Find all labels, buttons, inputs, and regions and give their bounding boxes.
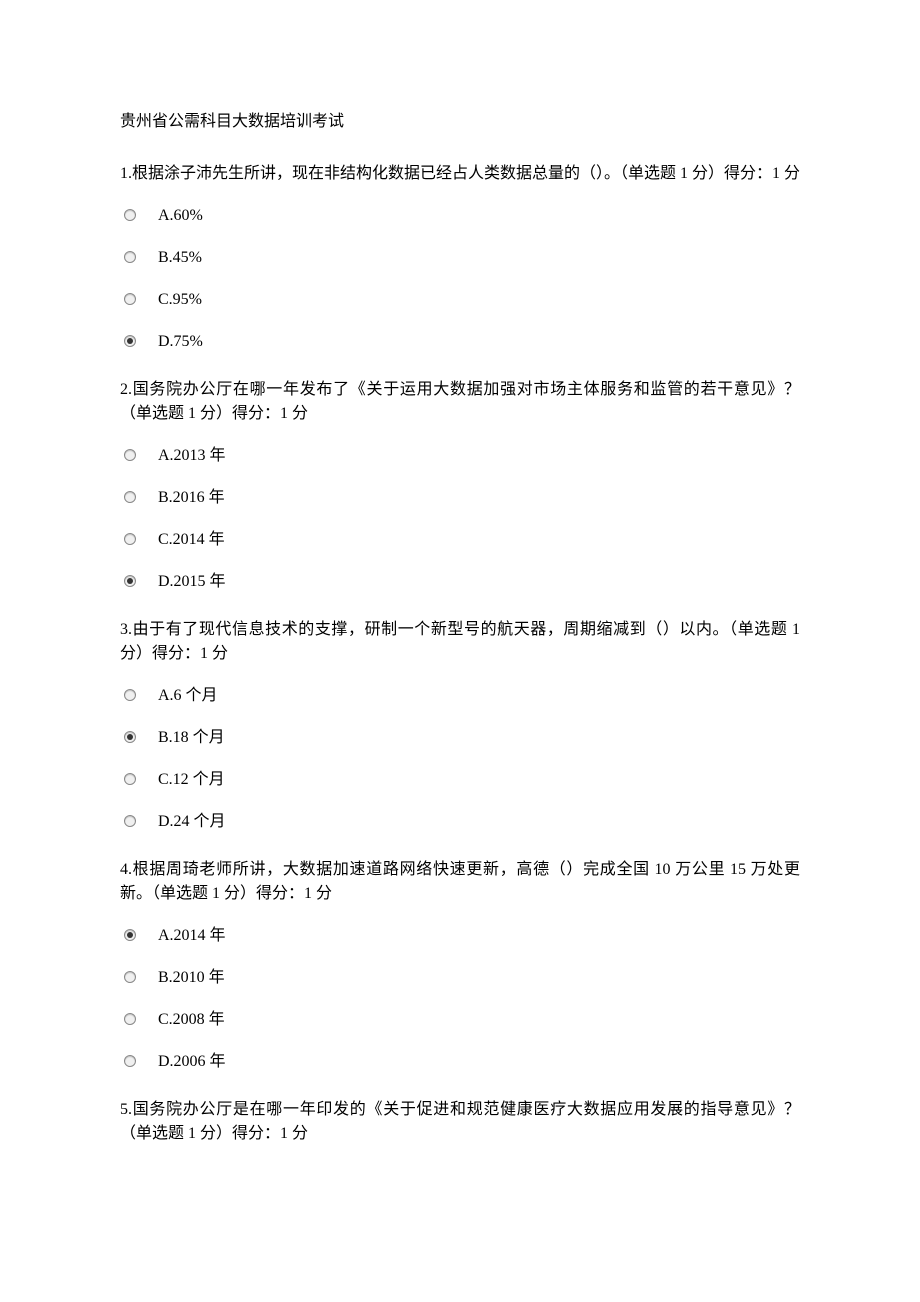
option-label: A.2014 年 bbox=[158, 924, 226, 948]
page-title: 贵州省公需科目大数据培训考试 bbox=[120, 110, 800, 134]
option-row[interactable]: A.2014 年 bbox=[120, 924, 800, 948]
radio-icon[interactable] bbox=[124, 1055, 136, 1067]
question-text: 4.根据周琦老师所讲，大数据加速道路网络快速更新，高德（）完成全国 10 万公里… bbox=[120, 858, 800, 906]
option-row[interactable]: C.2014 年 bbox=[120, 528, 800, 552]
radio-icon[interactable] bbox=[124, 533, 136, 545]
option-row[interactable]: A.2013 年 bbox=[120, 444, 800, 468]
option-label: C.2008 年 bbox=[158, 1008, 225, 1032]
option-row[interactable]: C.2008 年 bbox=[120, 1008, 800, 1032]
option-row[interactable]: B.18 个月 bbox=[120, 726, 800, 750]
question-text: 3.由于有了现代信息技术的支撑，研制一个新型号的航天器，周期缩减到（）以内。（单… bbox=[120, 618, 800, 666]
question-text: 1.根据涂子沛先生所讲，现在非结构化数据已经占人类数据总量的（）。（单选题 1 … bbox=[120, 162, 800, 186]
question-text: 5.国务院办公厅是在哪一年印发的《关于促进和规范健康医疗大数据应用发展的指导意见… bbox=[120, 1098, 800, 1146]
option-row[interactable]: B.45% bbox=[120, 246, 800, 270]
radio-icon[interactable] bbox=[124, 209, 136, 221]
option-label: A.60% bbox=[158, 204, 203, 228]
radio-icon[interactable] bbox=[124, 491, 136, 503]
radio-icon[interactable] bbox=[124, 815, 136, 827]
radio-icon[interactable] bbox=[124, 1013, 136, 1025]
option-label: B.2016 年 bbox=[158, 486, 225, 510]
radio-icon[interactable] bbox=[124, 929, 136, 941]
radio-icon[interactable] bbox=[124, 575, 136, 587]
radio-icon[interactable] bbox=[124, 449, 136, 461]
option-row[interactable]: D.2006 年 bbox=[120, 1050, 800, 1074]
question-text: 2.国务院办公厅在哪一年发布了《关于运用大数据加强对市场主体服务和监管的若干意见… bbox=[120, 378, 800, 426]
radio-icon[interactable] bbox=[124, 689, 136, 701]
option-label: D.75% bbox=[158, 330, 203, 354]
radio-icon[interactable] bbox=[124, 251, 136, 263]
radio-icon[interactable] bbox=[124, 971, 136, 983]
radio-icon[interactable] bbox=[124, 773, 136, 785]
radio-icon[interactable] bbox=[124, 335, 136, 347]
option-label: C.12 个月 bbox=[158, 768, 225, 792]
option-row[interactable]: D.24 个月 bbox=[120, 810, 800, 834]
option-label: D.2006 年 bbox=[158, 1050, 226, 1074]
option-row[interactable]: D.2015 年 bbox=[120, 570, 800, 594]
option-label: D.2015 年 bbox=[158, 570, 226, 594]
option-row[interactable]: A.60% bbox=[120, 204, 800, 228]
radio-icon[interactable] bbox=[124, 293, 136, 305]
radio-icon[interactable] bbox=[124, 731, 136, 743]
questions-container: 1.根据涂子沛先生所讲，现在非结构化数据已经占人类数据总量的（）。（单选题 1 … bbox=[120, 162, 800, 1156]
option-label: B.18 个月 bbox=[158, 726, 225, 750]
option-label: A.6 个月 bbox=[158, 684, 218, 708]
option-label: B.45% bbox=[158, 246, 202, 270]
option-row[interactable]: A.6 个月 bbox=[120, 684, 800, 708]
option-row[interactable]: D.75% bbox=[120, 330, 800, 354]
option-label: D.24 个月 bbox=[158, 810, 226, 834]
option-row[interactable]: C.95% bbox=[120, 288, 800, 312]
option-label: C.95% bbox=[158, 288, 202, 312]
option-label: A.2013 年 bbox=[158, 444, 226, 468]
option-row[interactable]: C.12 个月 bbox=[120, 768, 800, 792]
option-label: B.2010 年 bbox=[158, 966, 225, 990]
option-row[interactable]: B.2010 年 bbox=[120, 966, 800, 990]
option-row[interactable]: B.2016 年 bbox=[120, 486, 800, 510]
option-label: C.2014 年 bbox=[158, 528, 225, 552]
